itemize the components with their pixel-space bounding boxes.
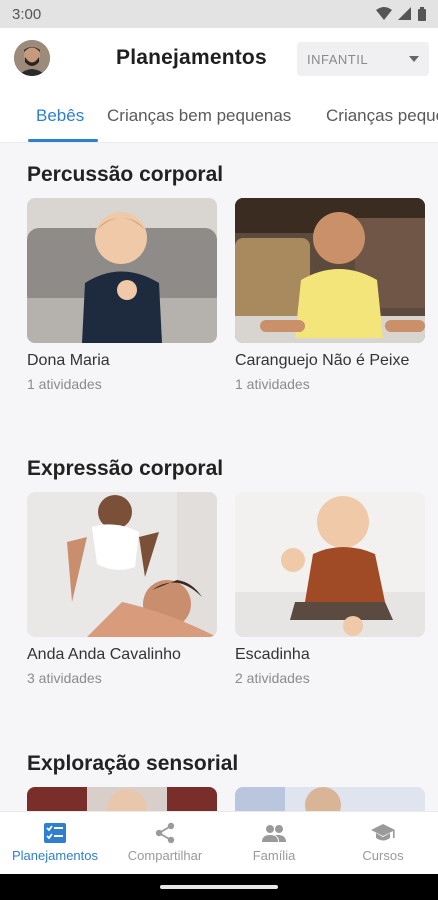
avatar-image [14,40,50,76]
home-gesture-handle[interactable] [160,885,278,889]
card-activity-count: 2 atividades [235,670,310,686]
card-image [27,492,217,637]
card-activity-count: 1 atividades [235,376,310,392]
dropdown-arrow-icon [409,56,419,62]
playlist-card[interactable]: Anda Anda Cavalinho 3 atividades [27,492,217,686]
avatar[interactable] [14,40,50,76]
status-icons [376,7,426,21]
app-bar: Planejamentos INFANTIL [0,28,438,90]
playlist-card[interactable]: Caranguejo Não é Peixe 1 atividades [235,198,425,392]
card-title: Dona Maria [27,352,110,369]
battery-icon [418,7,426,21]
section-title: Exploração sensorial [27,752,239,775]
playlist-card[interactable] [27,787,217,811]
status-bar: 3:00 [0,0,438,28]
category-tabs: Bebês Crianças bem pequenas Crianças peq… [0,90,438,143]
section-title: Percussão corporal [27,163,224,186]
card-image [27,198,217,343]
playlist-card[interactable]: Dona Maria 1 atividades [27,198,217,392]
card-image [235,492,425,637]
checklist-icon [44,823,66,843]
system-navigation-bar [0,874,438,900]
active-tab-indicator [28,139,98,142]
level-select[interactable]: INFANTIL [297,42,429,76]
card-image [27,787,217,811]
tab-bebes[interactable]: Bebês [36,106,84,126]
card-title: Escadinha [235,646,310,663]
signal-icon [398,7,411,20]
share-icon [155,822,175,844]
nav-familia[interactable]: Família [219,822,329,863]
playlist-card[interactable]: Escadinha 2 atividades [235,492,425,686]
nav-label: Compartilhar [127,848,203,863]
card-activity-count: 1 atividades [27,376,102,392]
nav-cursos[interactable]: Cursos [328,822,438,863]
card-activity-count: 3 atividades [27,670,102,686]
people-icon [262,825,286,842]
tab-criancas-bem-pequenas[interactable]: Crianças bem pequenas [107,106,291,126]
wifi-icon [376,7,392,20]
nav-label: Cursos [362,848,404,863]
tab-criancas-pequenas[interactable]: Crianças pequenas [326,106,438,126]
nav-planejamentos[interactable]: Planejamentos [0,822,110,863]
card-image [235,198,425,343]
playlist-card[interactable] [235,787,425,811]
status-time: 3:00 [12,5,42,23]
nav-label: Família [252,848,296,863]
card-title: Anda Anda Cavalinho [27,646,181,663]
nav-compartilhar[interactable]: Compartilhar [110,822,220,863]
graduation-cap-icon [371,824,395,841]
level-select-value: INFANTIL [307,51,369,67]
section-title: Expressão corporal [27,457,224,480]
card-title: Caranguejo Não é Peixe [235,352,410,369]
bottom-navigation: Planejamentos Compartilhar Família Curso… [0,811,438,874]
nav-label: Planejamentos [12,848,98,863]
card-image [235,787,425,811]
page-title: Planejamentos [116,46,267,69]
content-scroll[interactable]: Percussão corporal Dona Maria 1 atividad… [0,143,438,811]
